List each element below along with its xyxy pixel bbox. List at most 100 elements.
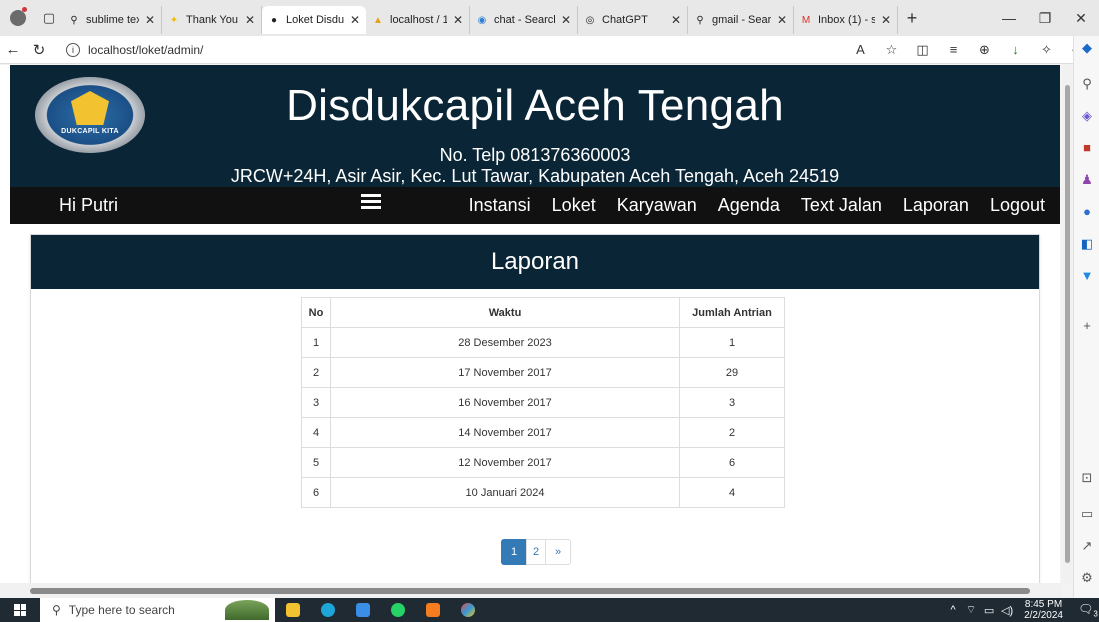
edge-button[interactable]: [310, 598, 345, 622]
start-button[interactable]: [0, 598, 40, 622]
main-navbar: Hi Putri Instansi Loket Karyawan Agenda …: [10, 187, 1060, 224]
favorites-list-icon[interactable]: ≡: [938, 42, 969, 57]
url-text[interactable]: localhost/loket/admin/: [88, 43, 203, 57]
extensions-icon[interactable]: ✧: [1031, 42, 1062, 58]
page-1-button[interactable]: 1: [501, 539, 527, 565]
pagination: 1 2 »: [501, 539, 571, 565]
xampp-icon: [425, 603, 440, 617]
collections-icon[interactable]: ⊕: [969, 42, 1000, 58]
nav-karyawan[interactable]: Karyawan: [617, 195, 697, 216]
url-field[interactable]: i localhost/loket/admin/: [66, 42, 845, 57]
vertical-scroll-thumb[interactable]: [1065, 85, 1070, 563]
tab-sublime-text[interactable]: ⚲ sublime text ✕: [62, 6, 162, 34]
shopping-tag-icon[interactable]: ◈: [1079, 108, 1095, 124]
tab-actions-icon[interactable]: ▢: [36, 0, 62, 36]
sidebar-toggle-icon[interactable]: ▭: [1079, 506, 1095, 522]
close-window-icon[interactable]: ✕: [1063, 10, 1099, 27]
globe-icon: ●: [270, 14, 278, 26]
nav-agenda[interactable]: Agenda: [718, 195, 780, 216]
outlook-icon[interactable]: ◧: [1079, 236, 1095, 252]
menu-list-icon[interactable]: [361, 194, 381, 214]
minimize-icon[interactable]: —: [991, 10, 1027, 27]
download-icon[interactable]: ↓: [1000, 42, 1031, 57]
nav-laporan[interactable]: Laporan: [903, 195, 969, 216]
show-hidden-icons-chevron-icon[interactable]: ^: [944, 604, 962, 616]
browser-tab-strip: ▢ ⚲ sublime text ✕ ✦ Thank You - ✕ ● Lok…: [0, 0, 1099, 36]
bing-chat-icon: ◉: [477, 14, 487, 26]
nav-logout[interactable]: Logout: [990, 195, 1045, 216]
split-screen-icon[interactable]: ◫: [907, 42, 938, 58]
system-tray: ^ ⌔ ▭ ◁) 8:45 PM 2/2/2024 🗨3: [944, 599, 1099, 621]
tab-loket-disdukcapil[interactable]: ● Loket Disduk ✕: [262, 6, 366, 34]
cell-no: 6: [301, 477, 331, 508]
tab-thank-you[interactable]: ✦ Thank You - ✕: [162, 6, 262, 34]
tab-close-icon[interactable]: ✕: [145, 13, 155, 27]
taskbar-search-placeholder: Type here to search: [68, 603, 175, 617]
tab-close-icon[interactable]: ✕: [350, 13, 360, 27]
site-info-icon[interactable]: i: [66, 42, 80, 57]
horizontal-scrollbar[interactable]: [0, 583, 1062, 598]
settings-gear-icon[interactable]: ⚙: [1079, 570, 1095, 586]
notification-icon[interactable]: 🗨3: [1077, 602, 1099, 618]
new-tab-button[interactable]: +: [898, 8, 926, 29]
next-page-button[interactable]: »: [545, 539, 571, 565]
xampp-button[interactable]: [415, 598, 450, 622]
tab-close-icon[interactable]: ✕: [777, 13, 787, 27]
wifi-icon[interactable]: ⌔: [962, 603, 980, 617]
page-2-button[interactable]: 2: [526, 539, 546, 565]
drop-icon[interactable]: ▼: [1079, 268, 1095, 284]
taskbar-clock[interactable]: 8:45 PM 2/2/2024: [1024, 599, 1063, 621]
store-button[interactable]: [345, 598, 380, 622]
restore-icon[interactable]: ❐: [1027, 10, 1063, 27]
cell-jumlah: 3: [679, 387, 785, 418]
external-link-icon[interactable]: ↗: [1079, 538, 1095, 554]
cell-jumlah: 4: [679, 477, 785, 508]
screenshot-icon[interactable]: ⊡: [1079, 470, 1095, 486]
nav-instansi[interactable]: Instansi: [469, 195, 531, 216]
horizontal-scroll-thumb[interactable]: [30, 588, 1030, 594]
paint-button[interactable]: [450, 598, 485, 622]
tab-close-icon[interactable]: ✕: [453, 13, 463, 27]
nav-loket[interactable]: Loket: [552, 195, 596, 216]
profile-button[interactable]: [0, 0, 36, 36]
copilot-icon[interactable]: ◆: [1079, 40, 1095, 56]
tools-briefcase-icon[interactable]: ■: [1079, 140, 1095, 156]
site-phone: No. Telp 081376360003: [439, 145, 631, 165]
whatsapp-button[interactable]: [380, 598, 415, 622]
site-address: JRCW+24H, Asir Asir, Kec. Lut Tawar, Kab…: [230, 166, 840, 186]
window-controls: — ❐ ✕: [991, 10, 1099, 27]
vertical-scrollbar[interactable]: [1062, 65, 1073, 583]
taskbar-search[interactable]: ⚲ Type here to search: [40, 598, 275, 622]
tab-chat-search[interactable]: ◉ chat - Search ✕: [470, 6, 578, 34]
sidebar-search-icon[interactable]: ⚲: [1079, 76, 1095, 92]
file-explorer-button[interactable]: [275, 598, 310, 622]
tab-close-icon[interactable]: ✕: [561, 13, 571, 27]
refresh-icon[interactable]: ↻: [26, 41, 52, 59]
volume-icon[interactable]: ◁): [998, 604, 1016, 617]
table-header-row: No Waktu Jumlah Antrian: [301, 297, 785, 328]
cell-no: 4: [301, 417, 331, 448]
games-icon[interactable]: ♟: [1079, 172, 1095, 188]
battery-icon[interactable]: ▭: [980, 604, 998, 617]
report-table: No Waktu Jumlah Antrian 1 28 Desember 20…: [301, 297, 785, 508]
tab-close-icon[interactable]: ✕: [245, 13, 255, 27]
notification-count: 3: [1093, 609, 1098, 619]
column-header-waktu: Waktu: [330, 297, 680, 328]
back-arrow-icon[interactable]: ←: [0, 41, 26, 58]
sidebar-add-icon[interactable]: +: [1079, 318, 1095, 334]
report-heading: Laporan: [31, 235, 1039, 289]
cell-no: 3: [301, 387, 331, 418]
read-aloud-icon[interactable]: A: [845, 42, 876, 57]
tab-close-icon[interactable]: ✕: [881, 13, 891, 27]
nav-text-jalan[interactable]: Text Jalan: [801, 195, 882, 216]
tab-inbox[interactable]: M Inbox (1) - sa ✕: [794, 6, 898, 34]
tab-gmail-search[interactable]: ⚲ gmail - Searc ✕: [688, 6, 794, 34]
tab-phpmyadmin[interactable]: ▲ localhost / 1 ✕: [366, 6, 470, 34]
search-highlight-turtle-icon: [225, 600, 269, 620]
tab-close-icon[interactable]: ✕: [671, 13, 681, 27]
favorite-star-icon[interactable]: ☆: [876, 42, 907, 58]
microsoft365-icon[interactable]: ●: [1079, 204, 1095, 220]
tab-chatgpt[interactable]: ◎ ChatGPT ✕: [578, 6, 688, 34]
search-icon: ⚲: [70, 14, 78, 26]
table-row: 2 17 November 2017 29: [301, 357, 785, 388]
